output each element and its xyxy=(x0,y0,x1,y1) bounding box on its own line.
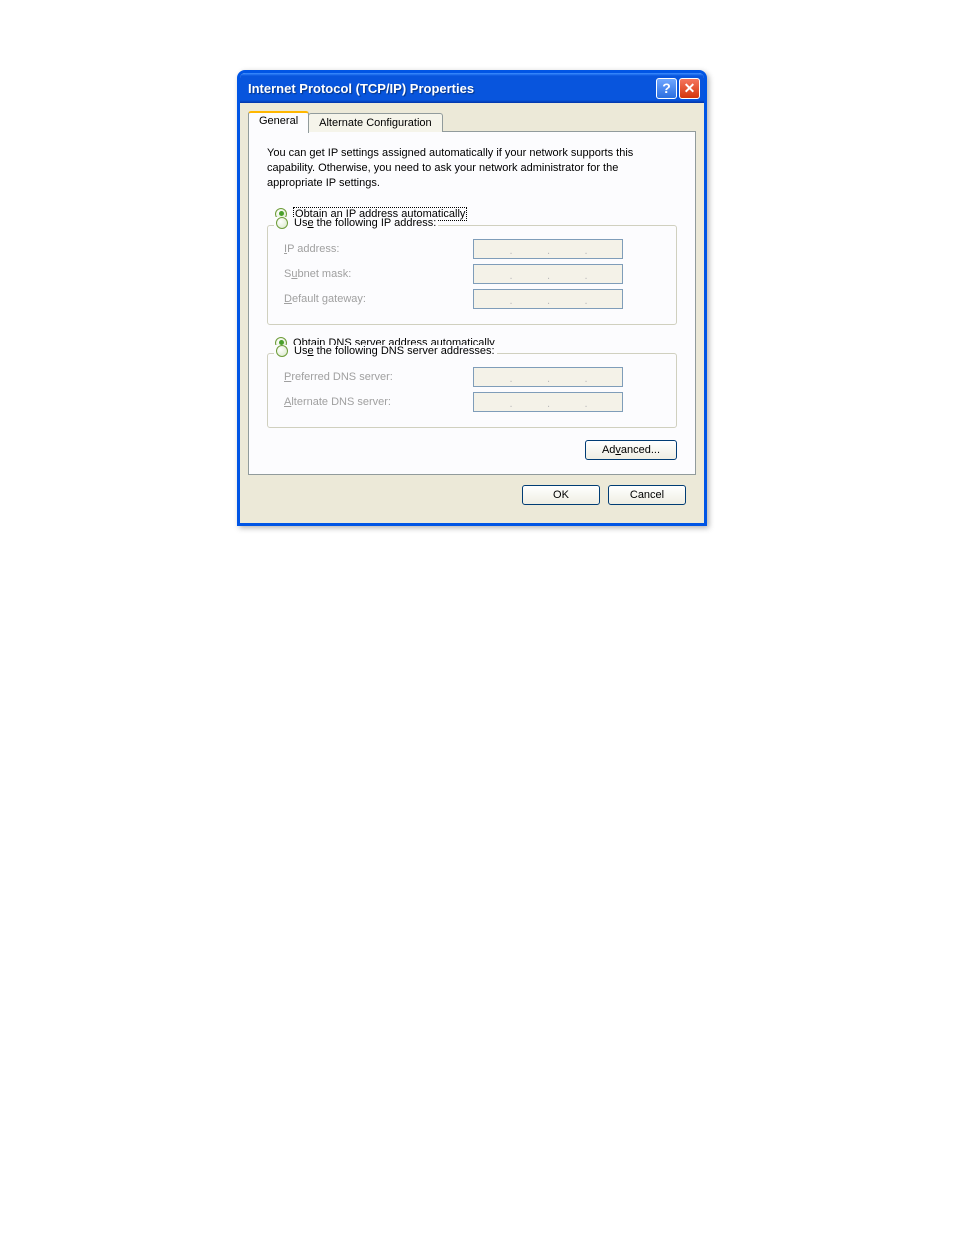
window-title: Internet Protocol (TCP/IP) Properties xyxy=(248,81,656,96)
default-gateway-input[interactable]: ... xyxy=(473,289,623,309)
advanced-button[interactable]: Advanced... xyxy=(585,440,677,460)
close-button[interactable]: ✕ xyxy=(679,78,700,99)
help-icon: ? xyxy=(662,80,671,96)
description-text: You can get IP settings assigned automat… xyxy=(267,146,677,191)
use-following-ip-label: Use the following IP address: xyxy=(294,217,436,229)
ip-address-row: IP address: ... xyxy=(278,239,666,259)
dns-manual-group: Use the following DNS server addresses: … xyxy=(267,353,677,428)
tab-alternate-label: Alternate Configuration xyxy=(319,117,432,129)
ip-manual-group: Use the following IP address: IP address… xyxy=(267,225,677,325)
tabs-area: General Alternate Configuration You can … xyxy=(240,103,704,523)
alternate-dns-label: Alternate DNS server: xyxy=(278,396,473,408)
subnet-mask-input[interactable]: ... xyxy=(473,264,623,284)
tab-alternate-configuration[interactable]: Alternate Configuration xyxy=(308,113,443,132)
tab-row: General Alternate Configuration xyxy=(248,111,696,132)
ip-address-input[interactable]: ... xyxy=(473,239,623,259)
default-gateway-row: Default gateway: ... xyxy=(278,289,666,309)
use-following-dns-label: Use the following DNS server addresses: xyxy=(294,345,495,357)
preferred-dns-label: Preferred DNS server: xyxy=(278,371,473,383)
radio-icon xyxy=(276,217,288,229)
general-panel: You can get IP settings assigned automat… xyxy=(248,131,696,475)
subnet-mask-label: Subnet mask: xyxy=(278,268,473,280)
close-icon: ✕ xyxy=(684,80,696,97)
ip-address-label: IP address: xyxy=(278,243,473,255)
ok-button[interactable]: OK xyxy=(522,485,600,505)
alternate-dns-input[interactable]: ... xyxy=(473,392,623,412)
alternate-dns-row: Alternate DNS server: ... xyxy=(278,392,666,412)
default-gateway-label: Default gateway: xyxy=(278,293,473,305)
radio-icon xyxy=(276,345,288,357)
help-button[interactable]: ? xyxy=(656,78,677,99)
advanced-row: Advanced... xyxy=(267,440,677,460)
tab-general[interactable]: General xyxy=(248,111,309,133)
tab-general-label: General xyxy=(259,115,298,127)
titlebar: Internet Protocol (TCP/IP) Properties ? … xyxy=(240,73,704,103)
use-following-ip-row[interactable]: Use the following IP address: xyxy=(274,217,438,229)
preferred-dns-input[interactable]: ... xyxy=(473,367,623,387)
use-following-dns-row[interactable]: Use the following DNS server addresses: xyxy=(274,345,497,357)
tcpip-properties-dialog: Internet Protocol (TCP/IP) Properties ? … xyxy=(237,70,707,526)
subnet-mask-row: Subnet mask: ... xyxy=(278,264,666,284)
cancel-button[interactable]: Cancel xyxy=(608,485,686,505)
preferred-dns-row: Preferred DNS server: ... xyxy=(278,367,666,387)
dialog-footer: OK Cancel xyxy=(248,475,696,515)
titlebar-buttons: ? ✕ xyxy=(656,78,700,99)
